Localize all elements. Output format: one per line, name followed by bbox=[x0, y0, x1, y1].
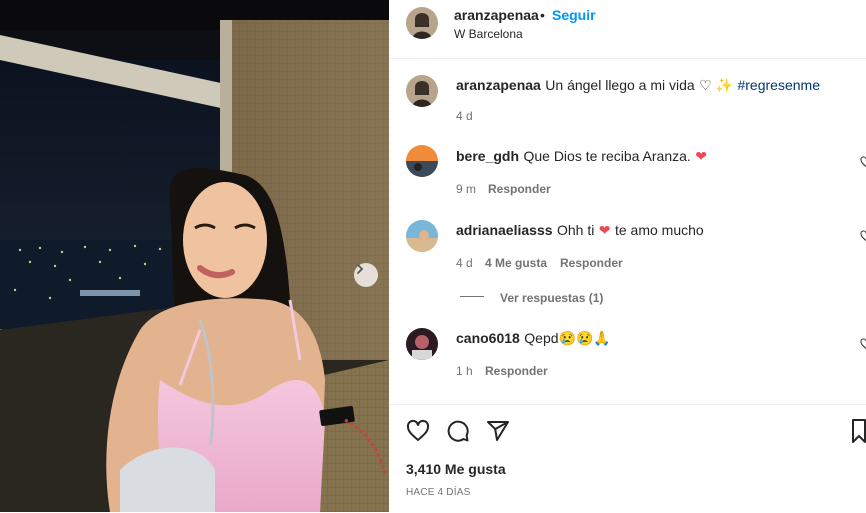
comment-avatar[interactable] bbox=[406, 220, 438, 252]
post-date[interactable]: HACE 4 DÍAS bbox=[406, 487, 470, 498]
caption-avatar[interactable] bbox=[406, 75, 438, 107]
comment: adrianaeliasss Ohh ti ❤ te amo mucho bbox=[456, 222, 704, 240]
comment-text: Ohh ti bbox=[556, 222, 595, 238]
comment: cano6018 Qepd😢😢🙏 bbox=[456, 330, 611, 348]
post-actions: 3,410 Me gusta HACE 4 DÍAS bbox=[389, 404, 866, 513]
post-location[interactable]: W Barcelona bbox=[454, 27, 523, 41]
caption-text: Un ángel llego a mi vida bbox=[545, 77, 695, 93]
comment-time[interactable]: 4 d bbox=[456, 256, 473, 270]
comment-username[interactable]: cano6018 bbox=[456, 330, 520, 346]
view-replies-line bbox=[460, 296, 484, 297]
post-photo[interactable] bbox=[0, 0, 389, 512]
reply-button[interactable]: Responder bbox=[560, 256, 623, 270]
post-panel: aranzapenaa • Seguir W Barcelona aranzap… bbox=[389, 0, 866, 512]
view-replies-button[interactable]: Ver respuestas (1) bbox=[500, 291, 603, 305]
like-count[interactable]: 3,410 Me gusta bbox=[406, 461, 506, 477]
comment-like-icon[interactable] bbox=[860, 337, 866, 355]
comment-avatar[interactable] bbox=[406, 145, 438, 177]
reply-button[interactable]: Responder bbox=[488, 182, 551, 196]
comment-likes[interactable]: 4 Me gusta bbox=[485, 256, 547, 270]
post-header: aranzapenaa • Seguir W Barcelona bbox=[389, 0, 866, 59]
caption-time[interactable]: 4 d bbox=[456, 109, 473, 123]
comment-text: Qepd bbox=[524, 330, 559, 346]
comment-avatar[interactable] bbox=[406, 328, 438, 360]
caption: aranzapenaa Un ángel llego a mi vida ♡ ✨… bbox=[456, 77, 820, 95]
comment-username[interactable]: adrianaeliasss bbox=[456, 222, 553, 238]
next-photo-button[interactable] bbox=[354, 263, 378, 287]
comment-time[interactable]: 9 m bbox=[456, 182, 476, 196]
comment-emoji: ❤ bbox=[598, 222, 611, 238]
follow-button[interactable]: Seguir bbox=[552, 7, 596, 23]
comment-time[interactable]: 1 h bbox=[456, 364, 473, 378]
comment-username[interactable]: bere_gdh bbox=[456, 148, 519, 164]
comment-like-icon[interactable] bbox=[860, 155, 866, 173]
paper-plane-icon[interactable] bbox=[486, 419, 510, 448]
comment-icon[interactable] bbox=[446, 419, 470, 448]
caption-hashtag[interactable]: #regresenme bbox=[737, 77, 820, 93]
author-avatar[interactable] bbox=[406, 7, 438, 39]
bookmark-icon[interactable] bbox=[852, 419, 866, 448]
caption-emoji: ♡ ✨ bbox=[699, 77, 734, 93]
comment-emoji: 😢😢🙏 bbox=[558, 330, 611, 346]
header-separator: • bbox=[540, 7, 545, 23]
comment-emoji: ❤ bbox=[695, 148, 707, 164]
caption-username[interactable]: aranzapenaa bbox=[456, 77, 541, 93]
author-username[interactable]: aranzapenaa bbox=[454, 7, 539, 23]
heart-icon[interactable] bbox=[406, 419, 430, 448]
comment-text: Que Dios te reciba Aranza. bbox=[523, 148, 691, 164]
post-photo-image bbox=[0, 0, 389, 512]
comment-text-after: te amo mucho bbox=[614, 222, 704, 238]
comment-like-icon[interactable] bbox=[860, 229, 866, 247]
reply-button[interactable]: Responder bbox=[485, 364, 548, 378]
comment: bere_gdh Que Dios te reciba Aranza. ❤ bbox=[456, 148, 707, 166]
